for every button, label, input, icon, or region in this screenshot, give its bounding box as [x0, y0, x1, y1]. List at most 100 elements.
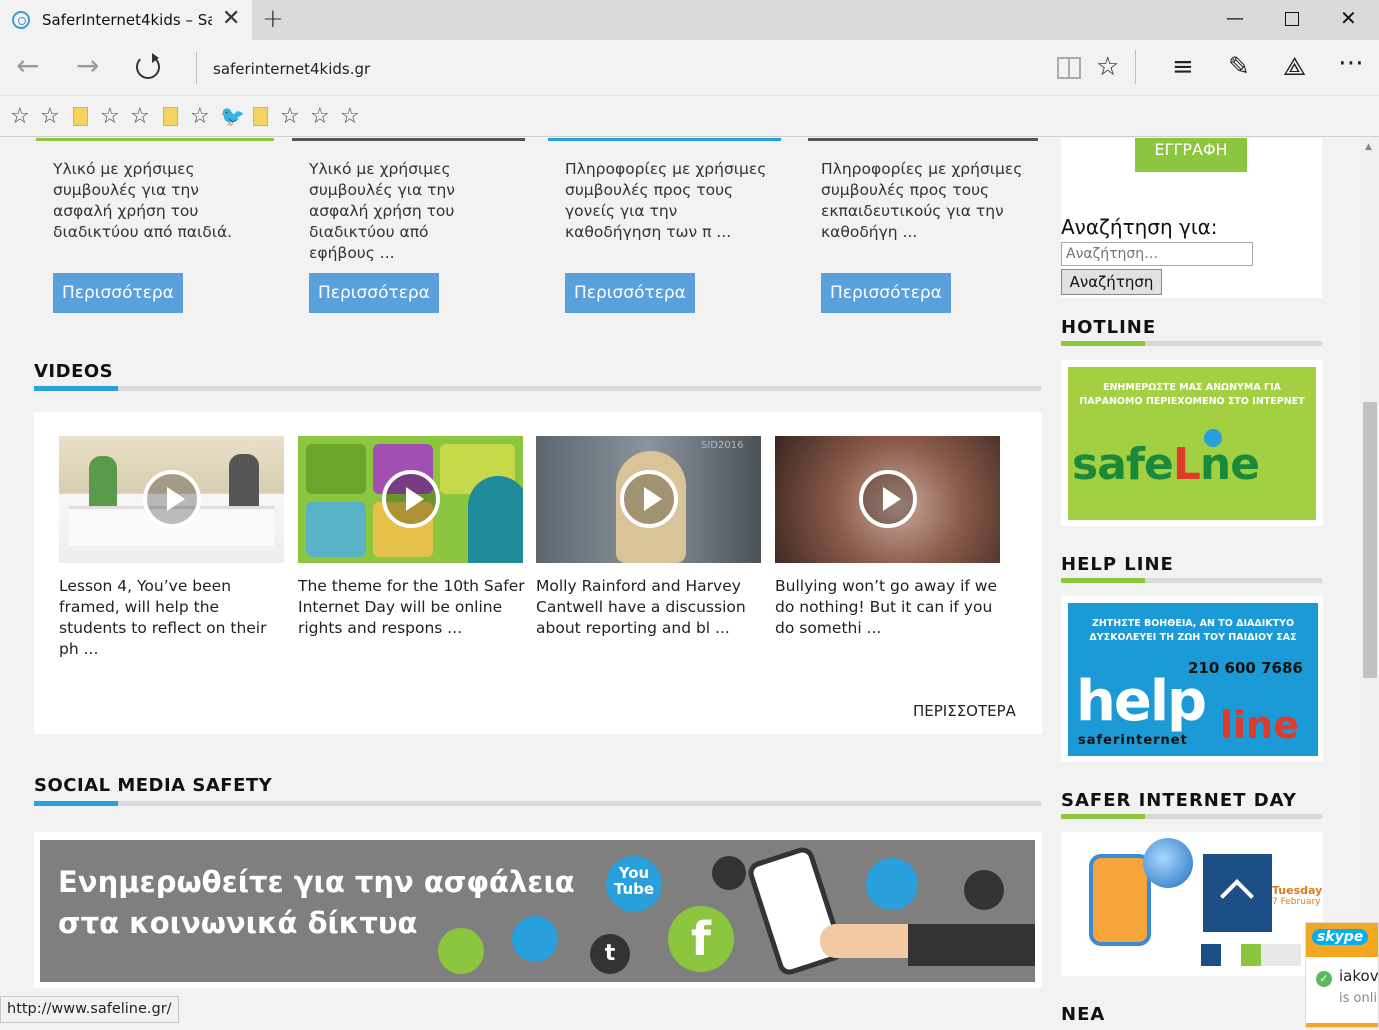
banner-line: Ενημερωθείτε για την ασφάλεια — [58, 865, 575, 899]
monster-tile — [306, 502, 366, 557]
video-overlay-label: SID2016 — [701, 440, 744, 451]
monster-tile — [306, 444, 366, 494]
play-icon[interactable] — [143, 470, 201, 528]
banner-line: στα κοινωνικά δίκτυα — [58, 906, 418, 940]
favorite-star-icon[interactable]: ☆ — [40, 104, 60, 129]
whatsapp-icon — [512, 916, 558, 962]
favorite-star-icon[interactable]: ☆ — [310, 104, 330, 129]
minimize-icon[interactable]: — — [1226, 8, 1244, 29]
helpline-heading: HELP LINE — [1061, 554, 1174, 575]
video-thumbnail[interactable] — [59, 436, 284, 563]
site-favicon-icon — [12, 11, 30, 29]
favorite-star-icon[interactable]: ☆ — [10, 104, 30, 129]
card-description: Πληροφορίες με χρήσιμες συμβουλές προς τ… — [821, 160, 1023, 241]
forward-arrow-icon[interactable]: → — [76, 52, 99, 80]
tumblr-label: t — [604, 941, 616, 966]
new-tab-icon[interactable]: + — [262, 4, 284, 34]
section-divider-accent — [1061, 341, 1145, 346]
banner-text: Ενημερωθείτε για την ασφάλεια στα κοινων… — [58, 862, 575, 944]
monster-figure — [468, 476, 523, 563]
videos-heading: VIDEOS — [34, 361, 114, 382]
safer-internet-day-heading: SAFER INTERNET DAY — [1061, 790, 1297, 811]
folder-icon[interactable] — [163, 107, 178, 126]
safeline-logo: safeLne — [1072, 439, 1260, 490]
register-search-box: ΕΓΓΡΑΦΗ Αναζήτηση για: Αναζήτηση — [1061, 138, 1322, 298]
logo-text: L — [1172, 439, 1201, 490]
video-title[interactable]: Bullying won’t go away if we do nothing!… — [775, 576, 1003, 639]
social-media-panel: Ενημερωθείτε για την ασφάλεια στα κοινων… — [34, 832, 1042, 988]
more-button[interactable]: Περισσότερα — [565, 273, 695, 313]
sid-day: Tuesday — [1272, 884, 1323, 897]
favorite-star-icon[interactable]: ☆ — [100, 104, 120, 129]
title-bar: SaferInternet4kids – Saf ✕ + — ✕ — [0, 0, 1379, 40]
video-thumbnail[interactable]: SID2016 — [536, 436, 761, 563]
favorite-star-icon[interactable]: ☆ — [1096, 52, 1119, 82]
tumblr-icon: t — [590, 934, 630, 974]
video-title[interactable]: The theme for the 10th Safer Internet Da… — [298, 576, 526, 639]
sid-date: 7 February — [1272, 897, 1321, 907]
section-divider — [34, 386, 1041, 391]
helpline-logo: line — [1220, 703, 1299, 747]
scroll-up-icon[interactable]: ▲ — [1365, 142, 1372, 152]
safer-internet-day-box: Tuesday 7 February — [1061, 832, 1323, 976]
logo-text: ne — [1199, 439, 1260, 490]
smartphone-icon — [745, 844, 847, 978]
scrollbar-thumb[interactable] — [1363, 402, 1377, 678]
video-title[interactable]: Lesson 4, You’ve been framed, will help … — [59, 576, 287, 660]
maximize-icon[interactable] — [1285, 12, 1299, 26]
youtube-icon: You Tube — [606, 856, 662, 912]
video-title[interactable]: Molly Rainford and Harvey Cantwell have … — [536, 576, 764, 639]
url-field[interactable]: saferinternet4kids.gr — [213, 60, 370, 78]
search-input[interactable] — [1061, 242, 1253, 266]
back-to-top-button[interactable] — [1203, 854, 1272, 932]
folder-icon[interactable] — [73, 107, 88, 126]
facebook-icon: f — [668, 906, 734, 972]
safeline-banner-text: ΕΝΗΜΕΡΩΣΤΕ ΜΑΣ ΑΝΩΝΥΜΑ ΓΙΑ ΠΑΡΑΝΟΜΟ ΠΕΡΙ… — [1079, 382, 1305, 407]
twitter-bird-icon[interactable]: 🐦 — [220, 104, 245, 128]
more-icon[interactable]: ⋯ — [1338, 48, 1364, 78]
tablet-character-icon — [1089, 854, 1151, 946]
more-videos-link[interactable]: ΠΕΡΙΣΣΟΤΕΡΑ — [913, 702, 1016, 720]
close-tab-icon[interactable]: ✕ — [222, 6, 240, 31]
helpline-banner[interactable]: ΖΗΤΗΣΤΕ ΒΟΗΘΕΙΑ, ΑΝ ΤΟ ΔΙΑΔΙΚΤΥΟ ΔΥΣΚΟΛΕ… — [1068, 603, 1318, 756]
more-button[interactable]: Περισσότερα — [821, 273, 951, 313]
video-thumbnail[interactable] — [775, 436, 1000, 563]
partner-logos — [1201, 944, 1301, 966]
favorite-star-icon[interactable]: ☆ — [130, 104, 150, 129]
social-media-banner[interactable]: Ενημερωθείτε για την ασφάλεια στα κοινων… — [40, 840, 1035, 982]
card-description: Υλικό με χρήσιμες συμβουλές για την ασφα… — [53, 160, 233, 241]
skype-logo: skype — [1312, 929, 1369, 945]
play-icon[interactable] — [382, 470, 440, 528]
play-icon[interactable] — [620, 470, 678, 528]
browser-tab[interactable]: SaferInternet4kids – Saf ✕ — [0, 0, 252, 40]
register-button[interactable]: ΕΓΓΡΑΦΗ — [1135, 138, 1247, 172]
more-button[interactable]: Περισσότερα — [53, 273, 183, 313]
more-button[interactable]: Περισσότερα — [309, 273, 439, 313]
card-image-edge — [292, 138, 525, 141]
snapchat-icon — [964, 870, 1004, 910]
hotline-heading: HOTLINE — [1061, 317, 1157, 338]
favorite-star-icon[interactable]: ☆ — [340, 104, 360, 129]
video-thumbnail[interactable] — [298, 436, 523, 563]
folder-icon[interactable] — [253, 107, 268, 126]
toolbar-separator — [1135, 50, 1136, 84]
helpline-box: ΖΗΤΗΣΤΕ ΒΟΗΘΕΙΑ, ΑΝ ΤΟ ΔΙΑΔΙΚΤΥΟ ΔΥΣΚΟΛΕ… — [1061, 596, 1323, 762]
skype-notification[interactable]: skype ✓ iakovi is onli — [1305, 922, 1379, 1028]
skype-contact-name: iakovi — [1339, 967, 1379, 985]
web-note-icon[interactable]: ✎ — [1228, 52, 1250, 82]
address-separator — [196, 52, 197, 84]
page-viewport: Υλικό με χρήσιμες συμβουλές για την ασφα… — [0, 138, 1379, 1030]
back-arrow-icon[interactable]: ← — [16, 52, 39, 80]
section-divider — [34, 801, 1041, 806]
safeline-banner[interactable]: ΕΝΗΜΕΡΩΣΤΕ ΜΑΣ ΑΝΩΝΥΜΑ ΓΙΑ ΠΑΡΑΝΟΜΟ ΠΕΡΙ… — [1068, 367, 1316, 520]
search-button[interactable]: Αναζήτηση — [1061, 269, 1162, 295]
favorite-star-icon[interactable]: ☆ — [190, 104, 210, 129]
hub-icon[interactable]: ≡ — [1172, 52, 1194, 82]
helpline-phone: 210 600 7686 — [1188, 659, 1303, 677]
close-window-icon[interactable]: ✕ — [1340, 6, 1357, 30]
favorite-star-icon[interactable]: ☆ — [280, 104, 300, 129]
share-icon[interactable]: ⟁ — [1283, 52, 1306, 82]
play-icon[interactable] — [859, 470, 917, 528]
instagram-icon — [438, 928, 484, 974]
news-heading: ΝΕΑ — [1061, 1004, 1106, 1025]
